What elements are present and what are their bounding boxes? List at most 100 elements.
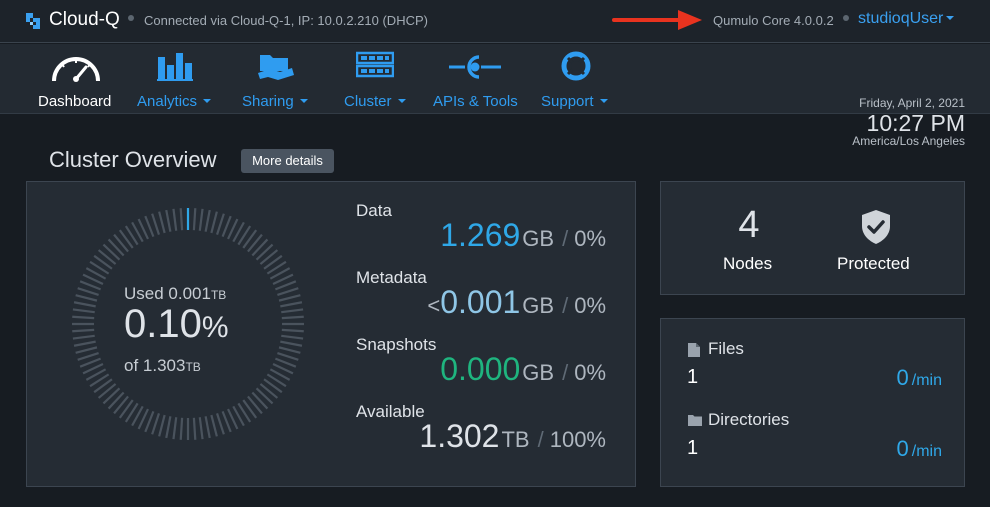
folder-share-icon — [258, 55, 294, 80]
nav-label: APIs & Tools — [433, 93, 518, 110]
of-text: of — [124, 356, 139, 375]
stat-percent: 0% — [574, 226, 606, 251]
gauge-tick — [277, 352, 299, 361]
stat-prefix: < — [427, 293, 441, 318]
gauge-tick — [280, 340, 303, 347]
stat-row: <0.001GB /0% — [427, 284, 606, 321]
stat-row: 1.269GB /0% — [440, 217, 606, 254]
gauge-tick — [158, 414, 166, 437]
gauge-tick — [216, 413, 225, 435]
total-value: 1.303 — [142, 356, 186, 375]
stat-available: Available 1.302TB /100% — [356, 402, 606, 468]
gauge-tick — [281, 328, 304, 333]
chevron-down-icon — [946, 16, 955, 20]
user-menu[interactable]: studioqUser — [858, 10, 955, 28]
stat-unit: GB — [522, 360, 555, 385]
gauge-tick — [72, 328, 95, 333]
nav-label: Dashboard — [38, 93, 112, 110]
gauge-tick — [158, 211, 166, 234]
gauge-tick — [165, 416, 172, 439]
rate-unit: /min — [911, 372, 942, 389]
files-rate-value: 0 — [896, 365, 909, 390]
nav-label: Sharing — [242, 93, 294, 110]
gauge-tick — [198, 417, 204, 440]
red-arrow-annotation — [612, 10, 702, 30]
user-name: studioqUser — [858, 10, 944, 27]
shield-check-icon — [862, 210, 890, 244]
stat-row: 0.000GB /0% — [440, 351, 606, 388]
nav-cluster[interactable]: Cluster — [344, 51, 410, 110]
total-unit: TB — [185, 360, 201, 374]
gauge-tick — [73, 340, 96, 347]
stat-data: Data 1.269GB /0% — [356, 201, 606, 267]
more-details-button[interactable]: More details — [241, 149, 334, 173]
nav-dashboard[interactable]: Dashboard — [38, 51, 112, 110]
top-bar: Cloud-Q Connected via Cloud-Q-1, IP: 10.… — [0, 0, 990, 43]
stat-unit: TB — [501, 427, 530, 452]
gauge-tick — [151, 413, 160, 435]
gauge-tick — [204, 209, 211, 232]
stat-label: Snapshots — [356, 335, 437, 354]
gauge-tick — [281, 315, 304, 320]
stat-label: Available — [356, 402, 425, 421]
files-rate: 0/min — [897, 365, 942, 391]
gauge-tick — [172, 417, 178, 440]
files-count: 1 — [687, 366, 699, 388]
gauge-tick — [179, 208, 184, 231]
separator-dot — [128, 15, 134, 21]
gauge-tick — [165, 209, 172, 232]
connection-status: Connected via Cloud-Q-1, IP: 10.0.2.210 … — [144, 13, 428, 28]
server-icon — [356, 51, 394, 78]
gauge-tick — [278, 294, 301, 302]
stat-row: 1.302TB /100% — [419, 418, 606, 455]
directories-count: 1 — [687, 437, 699, 459]
gauge-tick — [204, 416, 211, 439]
stat-label: Data — [356, 201, 392, 220]
gauge-tick — [172, 208, 178, 231]
gauge-tick — [73, 301, 96, 308]
stat-unit: GB — [522, 226, 555, 251]
main-nav: Dashboard Analytics Sharing Cluster APIs… — [0, 44, 990, 148]
stat-value: 1.302 — [419, 418, 500, 454]
nav-sharing[interactable]: Sharing — [242, 51, 312, 110]
gauge-tick — [179, 417, 184, 440]
file-icon — [688, 343, 700, 357]
nav-apis-tools[interactable]: APIs & Tools — [433, 51, 519, 110]
chevron-down-icon — [599, 99, 608, 103]
activity-panel: Files 1 0/min Directories 1 0/min — [660, 318, 965, 487]
speedometer-icon — [52, 57, 100, 82]
stat-value: 0.000 — [440, 351, 521, 387]
nav-analytics[interactable]: Analytics — [137, 51, 217, 110]
chevron-down-icon — [203, 99, 212, 103]
bar-chart-icon — [157, 53, 193, 81]
directories-label: Directories — [708, 410, 790, 429]
stat-separator: / — [537, 427, 544, 452]
node-count: 4 — [738, 204, 760, 246]
version-label: Qumulo Core 4.0.0.2 — [713, 13, 834, 28]
gauge-tick — [281, 308, 304, 314]
gauge-tick — [75, 294, 98, 302]
files-label: Files — [708, 339, 744, 358]
gauge-tick — [151, 213, 160, 235]
stat-unit: GB — [522, 293, 555, 318]
gauge-tick — [198, 208, 204, 231]
stat-percent: 0% — [574, 360, 606, 385]
nav-label: Support — [541, 93, 594, 110]
chevron-down-icon — [397, 99, 406, 103]
timezone: America/Los Angeles — [852, 134, 965, 148]
protected-label: Protected — [837, 254, 910, 273]
gauge-tick — [210, 414, 218, 437]
current-date: Friday, April 2, 2021 — [859, 96, 965, 110]
gauge-tick — [278, 346, 301, 354]
percent-sign: % — [201, 311, 229, 344]
nav-support[interactable]: Support — [541, 51, 613, 110]
directories-rate-value: 0 — [896, 436, 909, 461]
stat-value: 0.001 — [440, 284, 521, 320]
gauge-tick — [277, 287, 299, 296]
gauge-tick — [192, 208, 197, 231]
gauge-tick — [210, 211, 218, 234]
gauge-tick — [72, 334, 95, 340]
nav-label: Cluster — [344, 93, 392, 110]
api-plug-icon — [449, 55, 501, 79]
directories-rate: 0/min — [897, 436, 942, 462]
